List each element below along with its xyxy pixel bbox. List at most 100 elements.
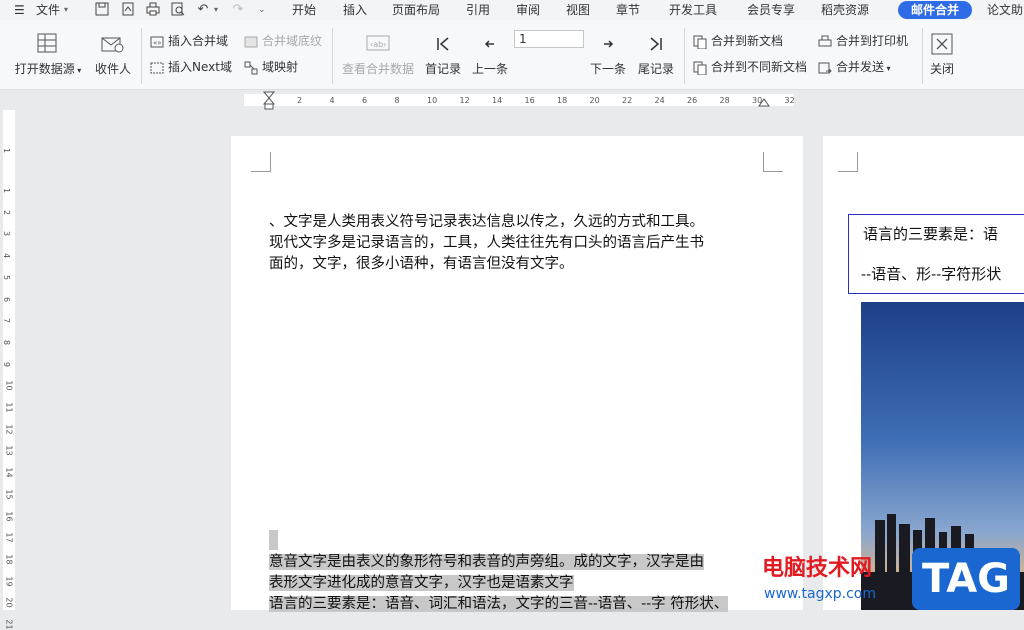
ruler-tick-label: 24 (654, 96, 665, 105)
ribbon-separator (332, 28, 333, 84)
tab-docer-resources[interactable]: 稻壳资源 (821, 2, 869, 18)
save-icon[interactable] (94, 2, 110, 18)
insert-merge-field-label: 插入合并域 (168, 34, 229, 48)
left-arrow-icon (484, 40, 494, 48)
ruler-tick-label: 10 (427, 96, 438, 105)
insert-merge-field-button[interactable]: «» 插入合并域 (150, 32, 228, 50)
ruler-tick-label: 9 (2, 361, 12, 367)
ruler-tick-label: 21 (4, 619, 14, 630)
merge-field-shading-button[interactable]: 合并域底纹 (244, 32, 322, 50)
ruler-tick-label: 12 (459, 96, 470, 105)
multi-doc-icon (693, 61, 707, 75)
prev-record-label: 上一条 (471, 62, 508, 76)
field-mapping-button[interactable]: 域映射 (244, 58, 298, 76)
document-page-1[interactable]: 、文字是人类用表义符号记录表达信息以传之，久远的方式和工具。 现代文字多是记录语… (231, 136, 803, 612)
ruler-tick-label: 18 (557, 96, 568, 105)
ruler-tick-label: 16 (524, 96, 535, 105)
send-icon (818, 62, 832, 73)
merge-to-new-doc-label: 合并到新文档 (711, 34, 784, 48)
paragraph-2[interactable]: 意音文字是由表义的象形符号和表音的声旁组。成的文字，汉字是由 表形文字进化成的意… (269, 552, 769, 615)
first-record-button[interactable]: 首记录 (423, 32, 463, 77)
ruler-tick-label: 14 (4, 467, 14, 478)
merge-field-icon: «» (150, 36, 164, 47)
tab-member[interactable]: 会员专享 (747, 2, 795, 18)
site-watermark: 电脑技术网 www.tagxp.com TAG (760, 548, 1024, 610)
merge-to-diff-docs-button[interactable]: 合并到不同新文档 (693, 58, 807, 76)
next-record-label: 下一条 (589, 62, 626, 76)
last-record-icon (650, 37, 662, 51)
last-record-button[interactable]: 尾记录 (636, 32, 676, 77)
next-record-button[interactable]: 下一条 (588, 32, 628, 77)
open-datasource-button[interactable]: 打开数据源 ▾ (12, 32, 84, 77)
view-merged-data-label: 查看合并数据 (341, 62, 414, 76)
margin-corner-mark (838, 152, 858, 172)
prev-record-button[interactable]: 上一条 (470, 32, 510, 77)
paragraph-1[interactable]: 、文字是人类用表义符号记录表达信息以传之，久远的方式和工具。 现代文字多是记录语… (269, 212, 769, 275)
ruler-tick-label: 30 (752, 96, 763, 105)
vertical-ruler[interactable]: 1 1 2 3 4 5 6 7 8 9 10 11 12 13 14 15 16 17 18 19 20 21 (0, 110, 18, 630)
horizontal-ruler[interactable]: 2 4 6 8 10 12 14 16 18 20 22 24 26 28 30 32 (0, 90, 1024, 110)
close-icon (931, 33, 953, 55)
undo-icon[interactable]: ↶ (195, 2, 211, 18)
text-frame[interactable]: 语言的三要素是：语 --语音、形--字符形状 (848, 214, 1024, 294)
export-pdf-icon[interactable] (120, 2, 136, 18)
tab-thesis-assistant[interactable]: 论文助 (987, 2, 1023, 18)
print-preview-icon[interactable] (170, 2, 186, 18)
print-icon[interactable] (145, 2, 161, 18)
record-number-input[interactable]: 1 (514, 30, 584, 48)
ruler-tick-label: 20 (4, 597, 14, 608)
margin-corner-mark (251, 152, 271, 172)
ruler-tick-label: 20 (589, 96, 600, 105)
merge-send-button[interactable]: 合并发送 ▾ (818, 58, 891, 76)
merge-to-printer-button[interactable]: 合并到打印机 (818, 32, 908, 50)
tab-page-layout[interactable]: 页面布局 (392, 2, 440, 18)
merge-send-label: 合并发送 (836, 60, 885, 74)
tab-references[interactable]: 引用 (466, 2, 490, 18)
tab-home[interactable]: 开始 (292, 2, 316, 18)
ruler-tick-label: 32 (784, 96, 795, 105)
tab-developer[interactable]: 开发工具 (669, 2, 717, 18)
ribbon-toolbar: 打开数据源 ▾ 收件人 «» 插入合并域 合并域底纹 插入Next域 域映射 ‹a… (0, 20, 1024, 90)
close-button[interactable]: 关闭 (928, 32, 956, 77)
hamburger-menu-icon[interactable]: ☰ (14, 2, 25, 18)
right-arrow-icon (604, 40, 614, 48)
datasource-icon (37, 33, 57, 53)
ruler-tick-label: 6 (2, 296, 12, 302)
recipients-button[interactable]: 收件人 (92, 32, 134, 77)
tab-review[interactable]: 审阅 (516, 2, 540, 18)
new-doc-icon (693, 35, 707, 49)
customize-toolbar-icon[interactable]: ⌄ (258, 2, 266, 18)
ruler-tick-label: 22 (622, 96, 633, 105)
indent-marker-icon[interactable] (262, 90, 276, 110)
merge-field-shading-label: 合并域底纹 (262, 34, 323, 48)
ruler-tick-label: 5 (2, 274, 12, 280)
close-label: 关闭 (929, 62, 954, 76)
first-record-label: 首记录 (424, 62, 461, 76)
text-line: 现代文字多是记录语言的，工具，人类往往先有口头的语言后产生书 (269, 235, 704, 251)
field-mapping-label: 域映射 (262, 60, 299, 74)
merge-to-new-doc-button[interactable]: 合并到新文档 (693, 32, 783, 50)
ruler-tick-label: 1 (2, 147, 12, 154)
tab-chapter[interactable]: 章节 (616, 2, 640, 18)
ruler-tick-label: 4 (2, 253, 12, 259)
frame-line: 语言的三要素是：语 (863, 225, 999, 243)
file-menu[interactable]: 文件 (36, 2, 60, 18)
last-record-label: 尾记录 (637, 62, 674, 76)
redo-icon[interactable]: ↷ (230, 2, 246, 18)
view-merged-data-button[interactable]: ‹ab› 查看合并数据 (340, 32, 416, 77)
svg-text:‹ab›: ‹ab› (370, 40, 386, 49)
tab-mail-merge[interactable]: 邮件合并 (898, 1, 972, 19)
ruler-tick-label: 6 (362, 96, 368, 105)
abc-preview-icon: ‹ab› (366, 35, 390, 51)
recipients-label: 收件人 (94, 62, 131, 76)
insert-next-field-button[interactable]: 插入Next域 (150, 58, 232, 76)
ruler-tick-label: 12 (4, 424, 14, 435)
file-dropdown-icon[interactable]: ▾ (64, 2, 68, 18)
ruler-tick-label: 15 (4, 489, 14, 500)
undo-dropdown-icon[interactable]: ▾ (214, 2, 218, 18)
ruler-tick-label: 7 (2, 318, 12, 324)
ruler-tick-label: 19 (4, 576, 14, 587)
tab-insert[interactable]: 插入 (343, 2, 367, 18)
ruler-tick-label: 2 (297, 96, 303, 105)
tab-view[interactable]: 视图 (566, 2, 590, 18)
